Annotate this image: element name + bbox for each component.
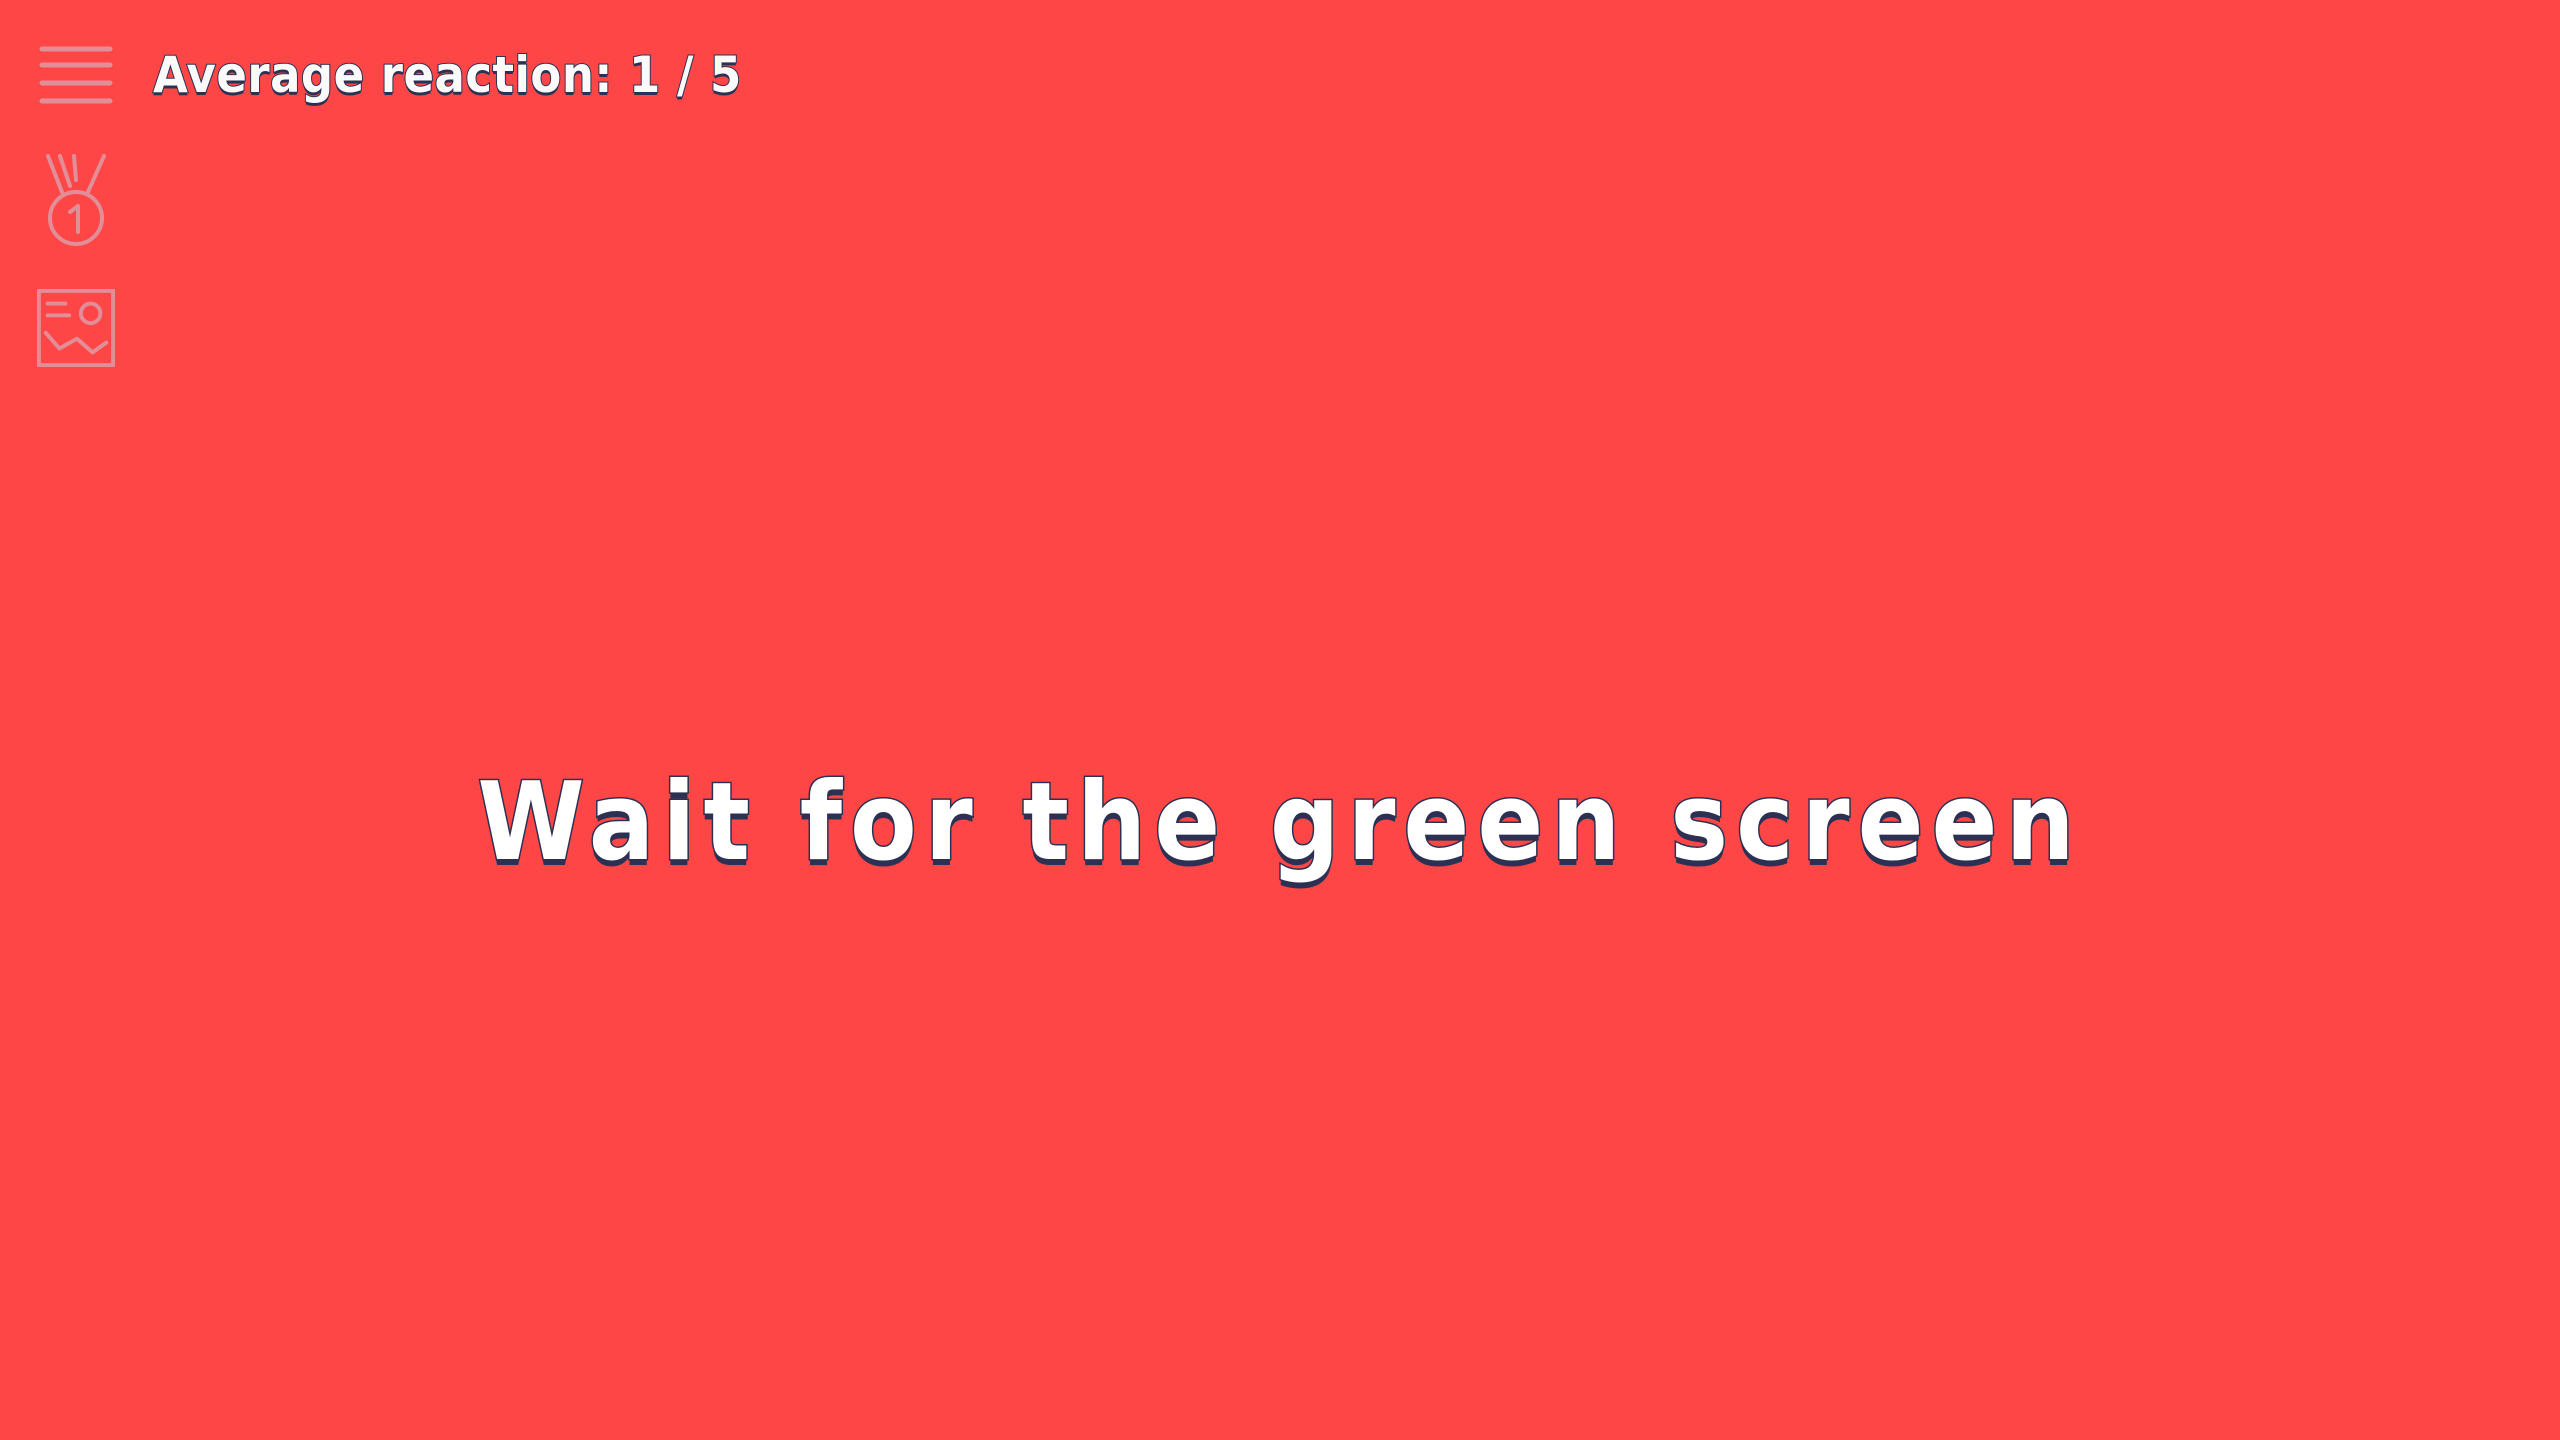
wait-message[interactable]: Wait for the green screen: [0, 759, 2560, 887]
stats-button[interactable]: [36, 286, 116, 370]
menu-icon: [39, 46, 113, 104]
menu-button[interactable]: [36, 40, 116, 110]
stats-image-icon: [36, 288, 116, 368]
leaderboard-button[interactable]: [36, 150, 116, 250]
average-reaction-score: Average reaction: 1 / 5: [152, 45, 742, 105]
medal-icon: [46, 154, 106, 246]
